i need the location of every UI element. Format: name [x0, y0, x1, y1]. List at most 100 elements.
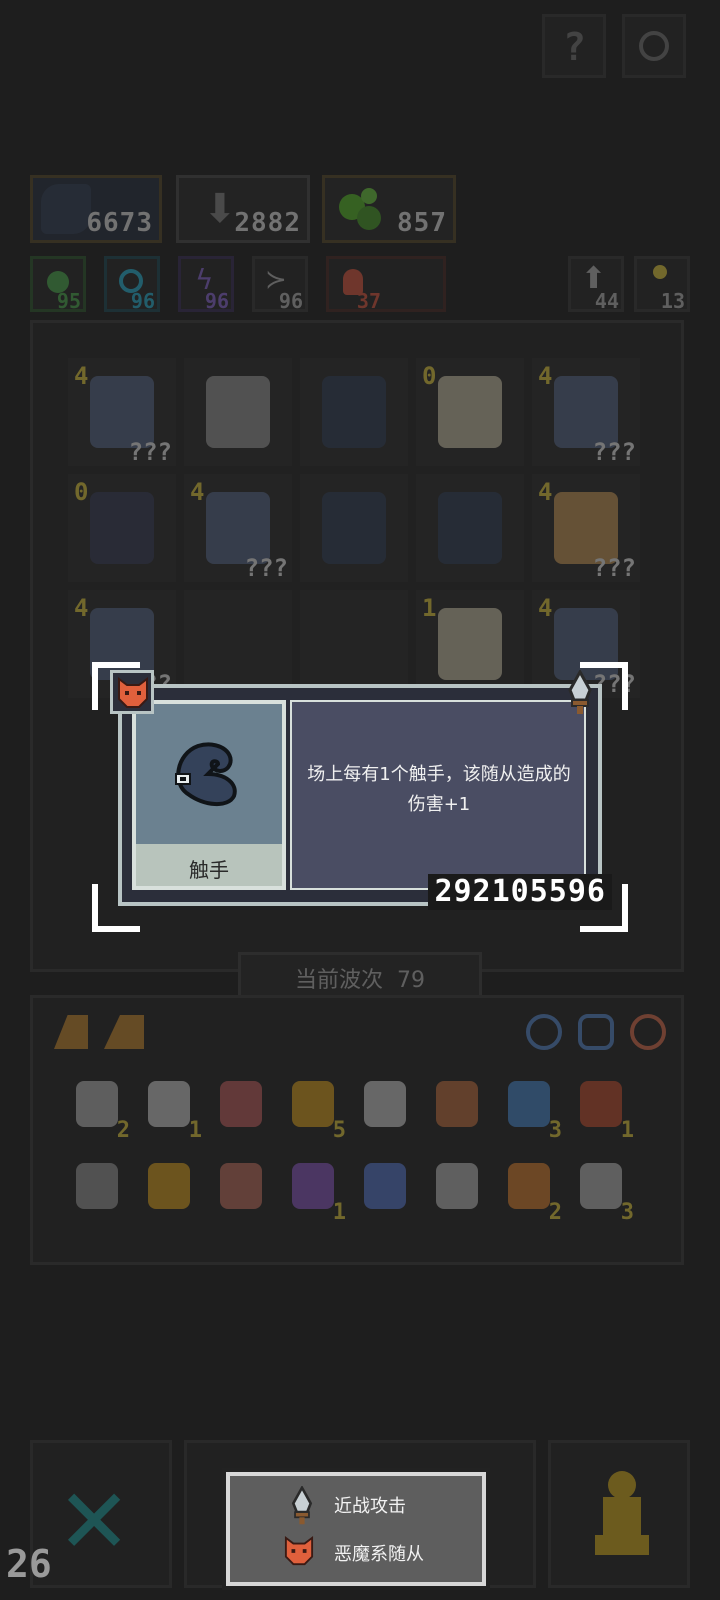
down-arrow-icon: ⬇ [203, 186, 237, 232]
unit-level: 4 [538, 594, 553, 622]
round-counter: 26 [6, 1542, 52, 1586]
tooltip-description-box: 场上每有1个触手，该随从造成的伤害+1 [290, 700, 586, 890]
scroll-icon [76, 1081, 118, 1127]
grid-cell[interactable]: 4??? [182, 472, 294, 584]
demon-mask-icon [284, 1536, 314, 1566]
unit-unknown-count: ??? [592, 554, 636, 582]
legend-melee-label: 近战攻击 [334, 1496, 406, 1517]
item-grid: 2 1 5 3 1 1 2 3 [66, 1075, 666, 1235]
grid-cell[interactable]: 0 [414, 356, 526, 468]
inventory-item[interactable] [426, 1075, 486, 1135]
unit-level: 4 [538, 362, 553, 390]
grid-cell[interactable] [298, 356, 410, 468]
unit-unknown-count: ??? [244, 554, 288, 582]
unit-level: 4 [74, 594, 89, 622]
inventory-item[interactable]: 2 [66, 1075, 130, 1143]
unit-level: 4 [190, 478, 205, 506]
tooltip-description: 场上每有1个触手，该随从造成的伤害+1 [307, 764, 571, 815]
inventory-item[interactable] [138, 1157, 198, 1217]
axe-icon [580, 1081, 622, 1127]
filter-lock-icon[interactable] [630, 1014, 666, 1050]
wand-icon [148, 1163, 190, 1209]
inventory-item[interactable]: 2 [498, 1157, 562, 1225]
grid-cell[interactable]: 4??? [530, 356, 642, 468]
legend-demon-icon [284, 1536, 316, 1568]
inventory-item[interactable] [210, 1075, 270, 1135]
wave-label: 当前波次 [294, 968, 383, 993]
grid-cell[interactable] [414, 472, 526, 584]
item-count: 5 [332, 1118, 346, 1143]
mini-stat-poison: 95 [30, 256, 86, 313]
unit-tooltip: 触手 场上每有1个触手，该随从造成的伤害+1 292105596 [92, 662, 628, 932]
help-button[interactable]: ? [542, 14, 606, 78]
grid-cell[interactable]: 4??? [530, 472, 642, 584]
inventory-item[interactable]: 1 [570, 1075, 634, 1143]
inventory-item[interactable]: 3 [570, 1157, 634, 1225]
claws-icon [364, 1081, 406, 1127]
tentacle-unit-icon [322, 376, 386, 448]
mini-stat-value: 96 [278, 289, 303, 313]
helmet-icon [220, 1081, 262, 1127]
grid-cell[interactable]: 4??? [66, 356, 178, 468]
inventory-item[interactable] [426, 1157, 486, 1217]
beast-unit-icon [90, 492, 154, 564]
hat-icon [364, 1163, 406, 1209]
filter-helm-icon[interactable] [578, 1014, 614, 1050]
filter-ring-icon[interactable] [526, 1014, 562, 1050]
recruit-button[interactable] [548, 1440, 690, 1588]
inventory-item[interactable] [354, 1075, 414, 1135]
potion-icon [292, 1163, 334, 1209]
poison-stat-value: 857 [397, 208, 447, 238]
tentacle-stat: 6673 [30, 175, 162, 243]
legend-demon-label: 恶魔系随从 [334, 1544, 424, 1565]
settings-button[interactable] [622, 14, 686, 78]
pawn-icon [595, 1471, 649, 1559]
dagger-icon [291, 1485, 313, 1525]
item-count: 1 [188, 1118, 202, 1143]
settings-icon [639, 31, 669, 61]
unit-unknown-count: ??? [592, 438, 636, 466]
grid-cell[interactable]: 0 [66, 472, 178, 584]
grid-cell[interactable] [182, 356, 294, 468]
staff-icon [436, 1081, 478, 1127]
item-count: 3 [548, 1118, 562, 1143]
legend-melee-icon [284, 1485, 324, 1526]
key-icon [653, 265, 667, 279]
mini-stat-key: 13 [634, 256, 690, 313]
inventory-item[interactable] [210, 1157, 270, 1217]
item-count: 2 [116, 1118, 130, 1143]
demon-unit-icon [438, 376, 502, 448]
inventory-item[interactable]: 5 [282, 1075, 346, 1143]
close-icon: ✕ [61, 1450, 128, 1578]
glove-icon [220, 1163, 262, 1209]
grid-cell[interactable] [298, 472, 410, 584]
mini-stat-value: 95 [56, 289, 81, 313]
inventory-item[interactable]: 1 [138, 1075, 202, 1143]
tooltip-card: 触手 场上每有1个触手，该随从造成的伤害+1 [118, 684, 602, 906]
tooltip-portrait [136, 704, 282, 844]
unit-level: 4 [538, 478, 553, 506]
unit-level: 0 [74, 478, 89, 506]
inventory-item[interactable] [66, 1157, 126, 1217]
dagger-icon [568, 668, 592, 714]
poison-stat: 857 [322, 175, 456, 243]
unit-level: 0 [422, 362, 437, 390]
inventory-item[interactable]: 3 [498, 1075, 562, 1143]
tentacle-unit-icon [322, 492, 386, 564]
orb-icon [508, 1081, 550, 1127]
box-icon [436, 1163, 478, 1209]
inventory-item[interactable]: 1 [282, 1157, 346, 1225]
mini-stat-lightning: ϟ 96 [178, 256, 234, 313]
tentacle-unit-icon [438, 492, 502, 564]
item-count: 2 [548, 1200, 562, 1225]
mini-stat-value: 37 [356, 289, 381, 313]
tablet-icon [580, 1163, 622, 1209]
mini-stat-value: 13 [660, 289, 685, 313]
attack-stat: ⬇ 2882 [176, 175, 310, 243]
item-count: 1 [620, 1118, 634, 1143]
tentacle-icon [41, 184, 91, 234]
skeleton-unit-icon [206, 376, 270, 448]
inventory-item[interactable] [354, 1157, 414, 1217]
help-icon: ? [563, 25, 586, 69]
tentacle-icon [175, 742, 237, 806]
